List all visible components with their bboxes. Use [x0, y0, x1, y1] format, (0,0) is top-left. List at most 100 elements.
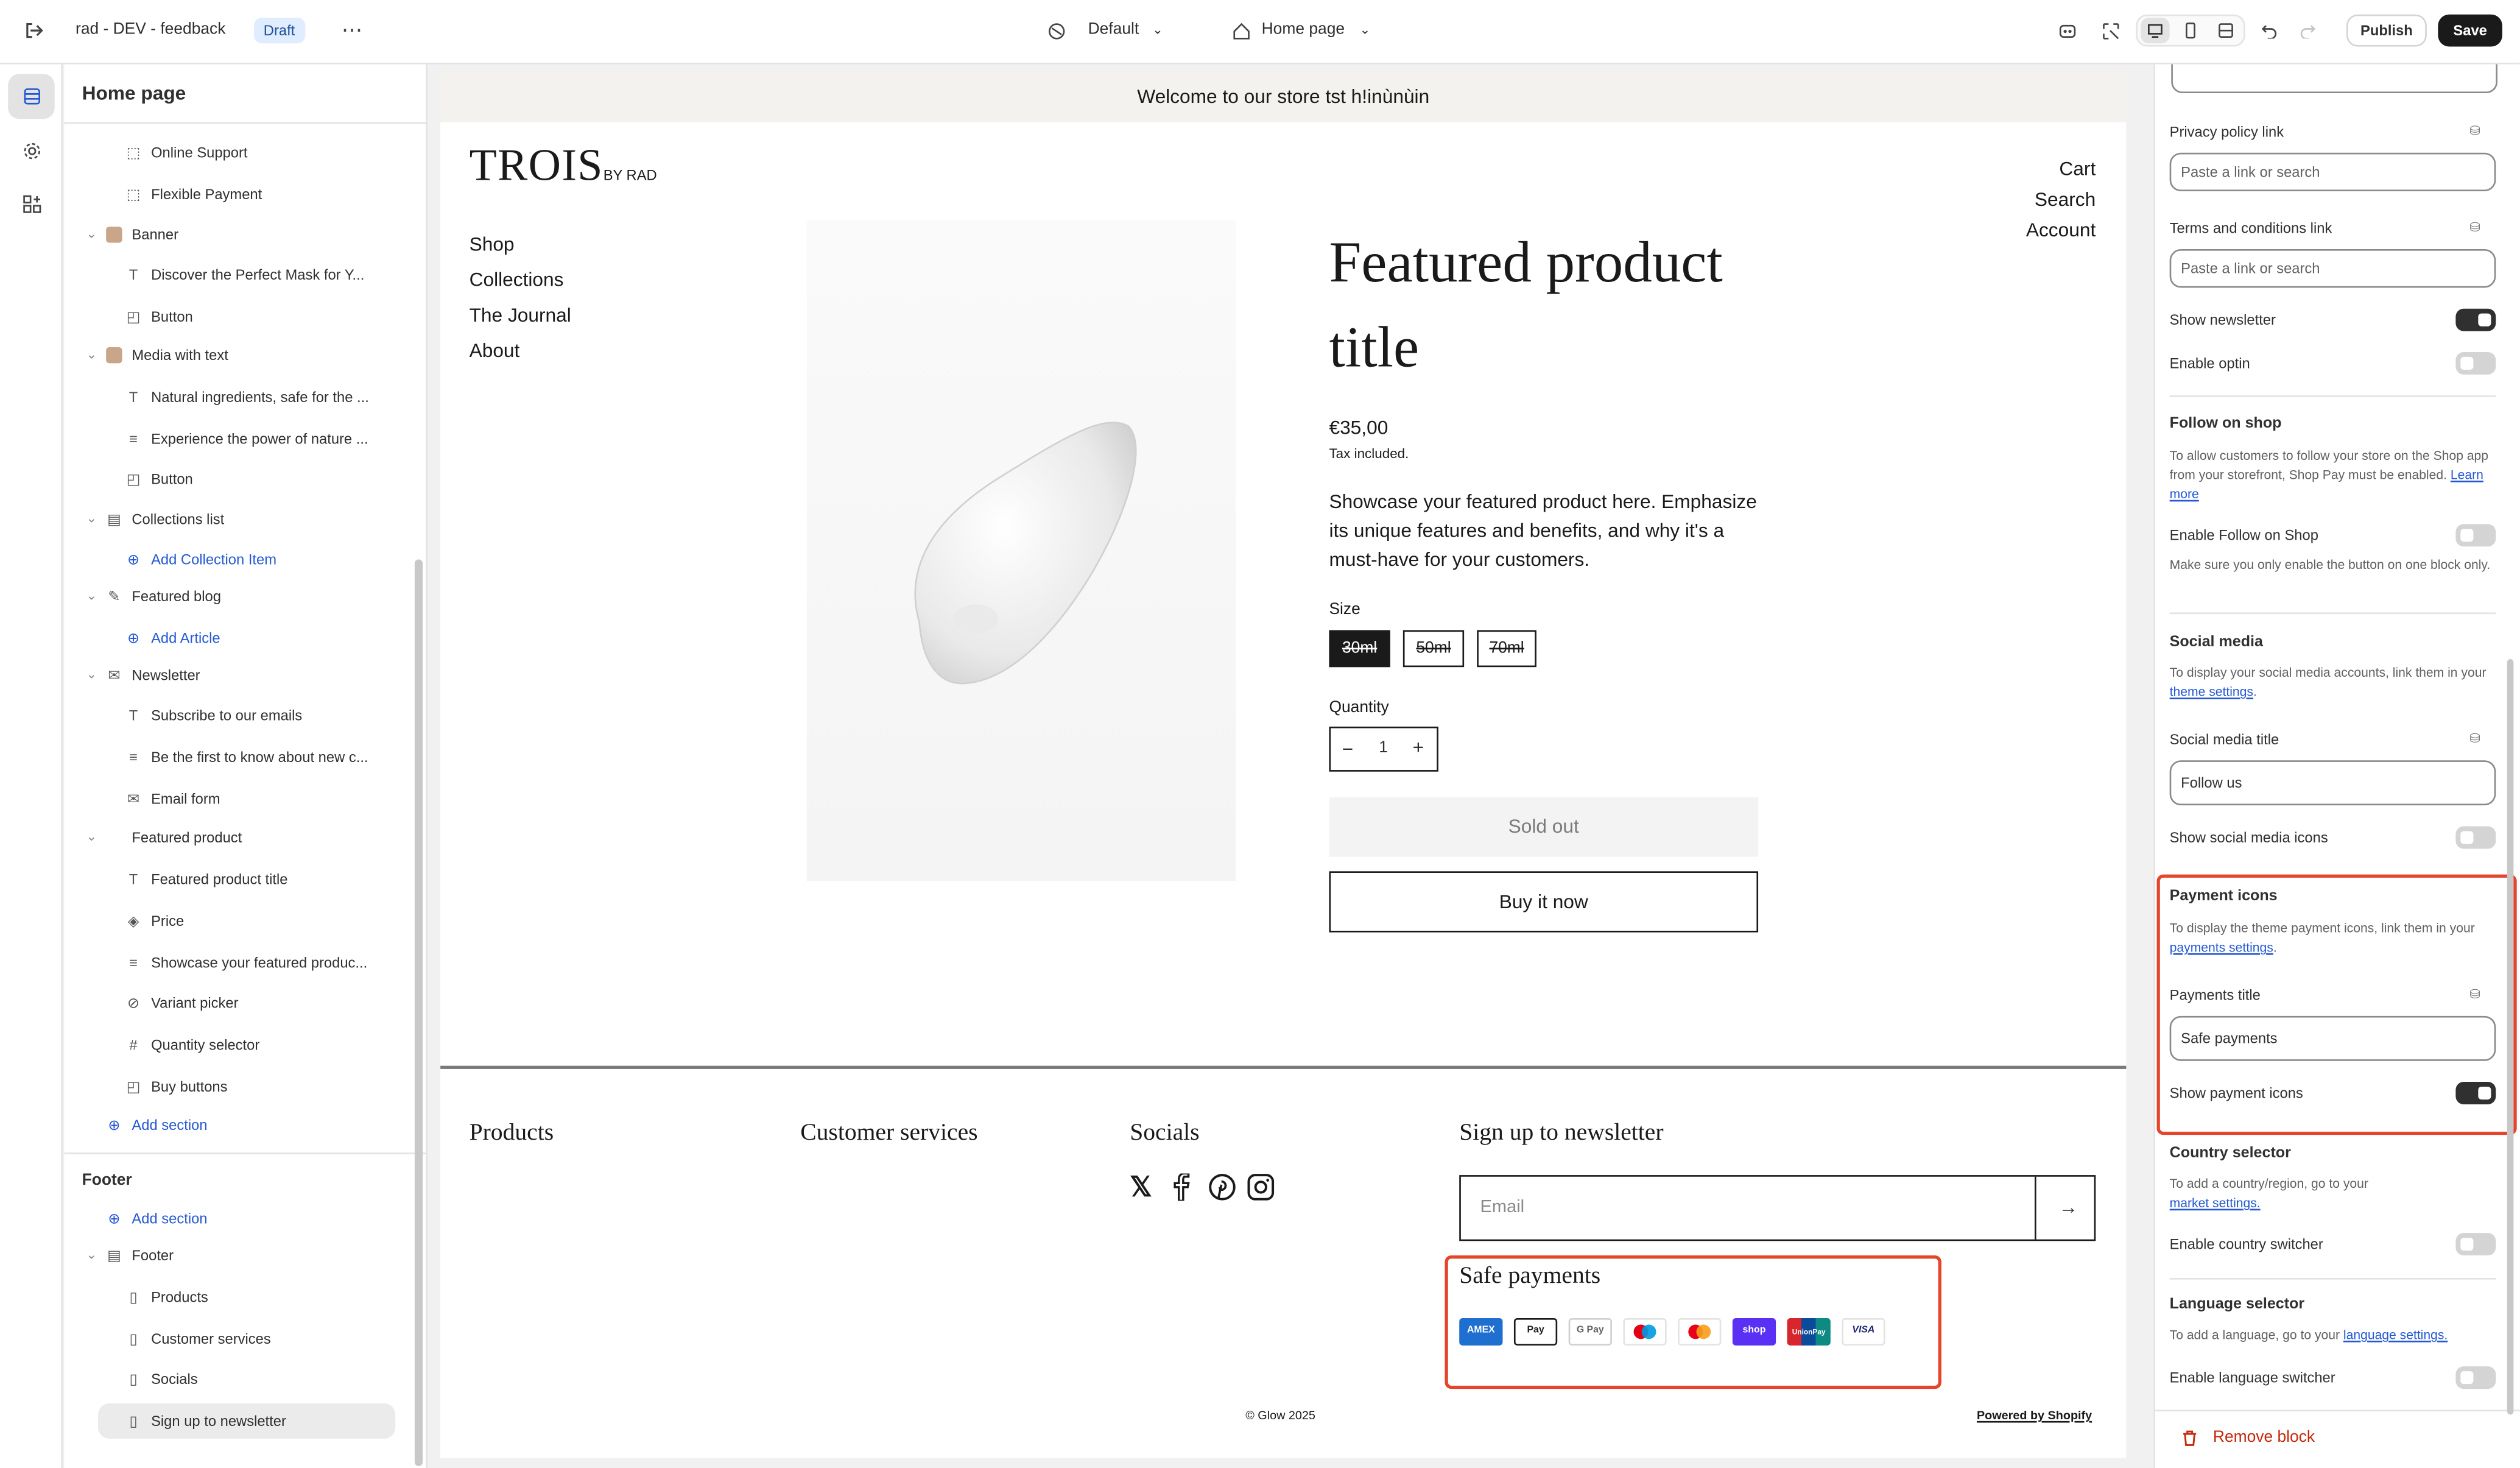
chevron-down-icon[interactable]: ⌄	[83, 657, 99, 693]
add-item-button[interactable]: ⊕ Add Article	[65, 621, 418, 656]
enable-language-toggle[interactable]	[2455, 1366, 2496, 1389]
social-title-input[interactable]: Follow us	[2169, 760, 2496, 806]
add-item-button[interactable]: ⊕ Add section	[65, 1107, 418, 1143]
footer-tree-item[interactable]: ⌄ ▤ Footer	[65, 1238, 418, 1273]
settings-scrollbar[interactable]	[2507, 658, 2514, 1415]
variant-70ml[interactable]: 70ml	[1477, 630, 1536, 668]
tree-item[interactable]: ✉ Email form	[65, 782, 418, 817]
arrow-right-icon[interactable]: →	[2059, 1196, 2078, 1218]
language-help-text: To add a language, go to your	[2169, 1327, 2340, 1343]
show-newsletter-toggle[interactable]	[2455, 308, 2496, 331]
publish-button[interactable]: Publish	[2346, 14, 2427, 47]
tree-item[interactable]: ≡ Experience the power of nature ...	[65, 421, 418, 456]
enable-optin-toggle[interactable]	[2455, 351, 2496, 375]
tree-item[interactable]: ⊘ Variant picker	[65, 986, 418, 1021]
page-select[interactable]: Home page	[1262, 21, 1345, 38]
tree-item[interactable]: T Subscribe to our emails	[65, 697, 418, 733]
footer-tree-item[interactable]: ▯ Customer services	[65, 1321, 418, 1357]
trash-icon[interactable]	[2181, 1429, 2200, 1449]
desktop-icon[interactable]	[2141, 18, 2170, 44]
privacy-link-input[interactable]: Paste a link or search	[2169, 152, 2496, 192]
nav-shop[interactable]: Shop	[470, 233, 515, 256]
footer-tree-item[interactable]: ▯ Sign up to newsletter	[97, 1403, 396, 1439]
chevron-down-icon[interactable]: ⌄	[83, 579, 99, 614]
chevron-down-icon[interactable]: ⌄	[83, 1238, 99, 1273]
theme-select[interactable]: Default	[1088, 21, 1139, 38]
database-icon[interactable]: ⛁	[2467, 732, 2483, 747]
quantity-value[interactable]: 1	[1379, 739, 1388, 757]
facebook-icon[interactable]	[1170, 1172, 1195, 1202]
more-options-icon[interactable]: ⋯	[337, 16, 367, 45]
tree-item[interactable]: ≡ Showcase your featured produc...	[65, 945, 418, 981]
plus-icon[interactable]: +	[1413, 736, 1424, 759]
text-field[interactable]	[2171, 64, 2498, 94]
sidebar-scrollbar[interactable]	[414, 559, 423, 1466]
tree-item[interactable]: ⌄ Featured product	[65, 820, 418, 855]
chevron-down-icon[interactable]: ⌄	[83, 217, 99, 252]
save-button[interactable]: Save	[2438, 14, 2502, 47]
instagram-icon[interactable]	[1247, 1173, 1276, 1202]
tree-item[interactable]: T Natural ingredients, safe for the ...	[65, 379, 418, 415]
enable-country-toggle[interactable]	[2455, 1233, 2496, 1256]
minus-icon[interactable]: −	[1342, 738, 1354, 760]
sections-icon[interactable]	[8, 74, 55, 119]
buy-now-button[interactable]: Buy it now	[1329, 871, 1759, 933]
tree-item[interactable]: ⌄ Banner	[65, 217, 418, 252]
market-settings-link[interactable]: market settings.	[2170, 1196, 2261, 1210]
variant-30ml[interactable]: 30ml	[1329, 630, 1390, 668]
exit-icon[interactable]	[19, 16, 49, 45]
tree-item[interactable]: ◰ Button	[65, 461, 418, 496]
chevron-down-icon[interactable]: ⌄	[1152, 23, 1163, 37]
show-social-icons-toggle[interactable]	[2455, 826, 2496, 849]
select-element-icon[interactable]	[2097, 18, 2123, 43]
add-section-button[interactable]: ⊕ Add section	[65, 1201, 418, 1236]
chevron-down-icon[interactable]: ⌄	[83, 337, 99, 373]
chevron-down-icon[interactable]: ⌄	[83, 501, 99, 537]
tree-item[interactable]: ⬚ Online Support	[65, 135, 418, 171]
nav-account[interactable]: Account	[2026, 219, 2096, 241]
nav-search[interactable]: Search	[2035, 188, 2096, 211]
email-input[interactable]: Email	[1480, 1198, 1525, 1217]
theme-settings-link[interactable]: theme settings	[2170, 685, 2253, 699]
language-settings-link[interactable]: language settings.	[2343, 1328, 2448, 1343]
powered-by-link[interactable]: Powered by Shopify	[1977, 1408, 2092, 1423]
enable-follow-toggle[interactable]	[2455, 524, 2496, 547]
tree-item[interactable]: ≡ Be the first to know about new c...	[65, 739, 418, 775]
terms-link-input[interactable]: Paste a link or search	[2169, 249, 2496, 288]
nav-collections[interactable]: Collections	[470, 269, 564, 291]
tree-item[interactable]: ⌄ ✉ Newsletter	[65, 657, 418, 693]
remove-block-button[interactable]: Remove block	[2213, 1429, 2315, 1447]
button-icon: ◰	[126, 471, 141, 487]
undo-icon[interactable]	[2256, 18, 2282, 43]
x-twitter-icon[interactable]: 𝕏	[1130, 1173, 1159, 1202]
tree-item[interactable]: T Discover the Perfect Mask for Y...	[65, 257, 418, 292]
footer-tree-item[interactable]: ▯ Products	[65, 1280, 418, 1315]
tree-item[interactable]: ⌄ ✎ Featured blog	[65, 579, 418, 614]
chevron-down-icon[interactable]: ⌄	[1360, 23, 1371, 37]
redo-icon[interactable]	[2295, 18, 2320, 43]
tree-item[interactable]: ⌄ ▤ Collections list	[65, 501, 418, 537]
pinterest-icon[interactable]	[1209, 1173, 1238, 1202]
nav-about[interactable]: About	[470, 339, 520, 362]
database-icon[interactable]: ⛁	[2467, 221, 2483, 236]
nav-cart[interactable]: Cart	[2059, 158, 2096, 180]
tree-item[interactable]: ◰ Buy buttons	[65, 1069, 418, 1104]
mobile-icon[interactable]	[2176, 18, 2205, 43]
tree-item[interactable]: ⬚ Flexible Payment	[65, 177, 418, 212]
tree-item[interactable]: T Featured product title	[65, 862, 418, 897]
chevron-down-icon[interactable]: ⌄	[83, 820, 99, 855]
footer-tree-item[interactable]: ▯ Socials	[65, 1361, 418, 1397]
sold-out-button[interactable]: Sold out	[1329, 797, 1759, 857]
apps-icon[interactable]	[8, 182, 55, 227]
tree-item[interactable]: ◈ Price	[65, 903, 418, 939]
variant-50ml[interactable]: 50ml	[1403, 630, 1465, 668]
tree-item[interactable]: # Quantity selector	[65, 1027, 418, 1062]
tree-item[interactable]: ⌄ Media with text	[65, 337, 418, 373]
fullscreen-icon[interactable]	[2211, 18, 2240, 43]
add-item-button[interactable]: ⊕ Add Collection Item	[65, 542, 418, 577]
tree-item[interactable]: ◰ Button	[65, 299, 418, 334]
database-icon[interactable]: ⛁	[2467, 124, 2483, 139]
inspector-icon[interactable]	[2054, 18, 2080, 43]
settings-gear-icon[interactable]	[8, 129, 55, 174]
nav-journal[interactable]: The Journal	[470, 304, 571, 326]
